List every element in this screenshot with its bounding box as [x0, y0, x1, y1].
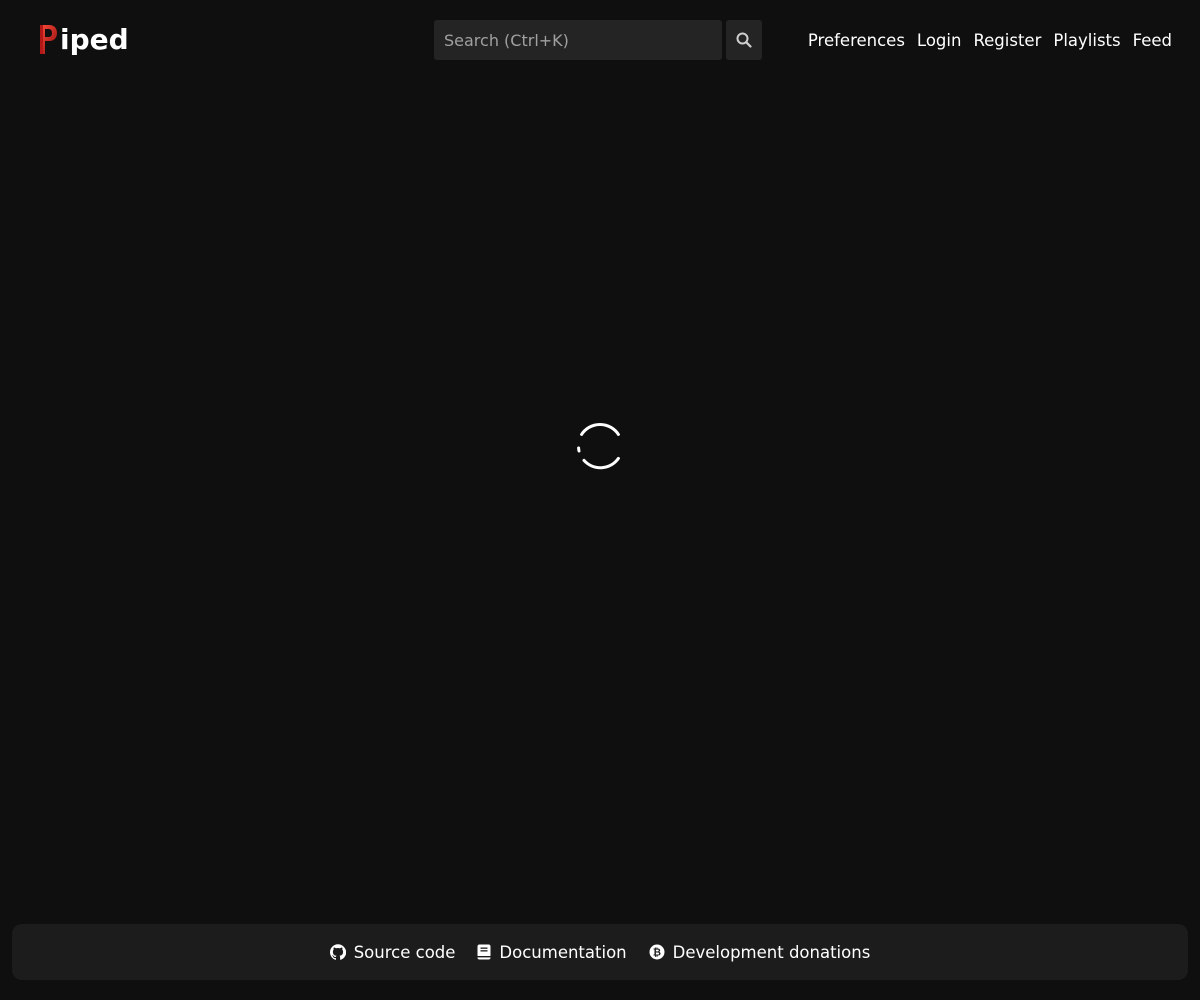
nav-preferences[interactable]: Preferences	[808, 28, 905, 54]
footer-documentation-label: Documentation	[499, 942, 627, 962]
search-icon	[736, 32, 752, 48]
bitcoin-icon: ₿	[649, 944, 665, 960]
nav-register[interactable]: Register	[973, 28, 1041, 54]
footer: Source code Documentation ₿ Development …	[12, 924, 1188, 980]
logo-letter-icon	[38, 23, 58, 57]
search-button[interactable]	[726, 20, 762, 60]
nav-login[interactable]: Login	[917, 28, 962, 54]
footer-source-code-link[interactable]: Source code	[329, 942, 456, 962]
piped-logo[interactable]: iped	[38, 22, 129, 58]
book-icon	[477, 944, 491, 960]
loading-spinner-icon	[573, 418, 627, 472]
top-nav: Preferences Login Register Playlists Fee…	[808, 28, 1172, 54]
nav-playlists[interactable]: Playlists	[1053, 28, 1120, 54]
search-input[interactable]	[434, 20, 722, 60]
svg-text:₿: ₿	[653, 947, 661, 959]
footer-donations-label: Development donations	[672, 942, 871, 962]
search-bar	[434, 20, 762, 60]
github-icon	[329, 944, 346, 960]
footer-donations-link[interactable]: ₿ Development donations	[649, 942, 871, 962]
footer-source-code-label: Source code	[353, 942, 456, 962]
nav-feed[interactable]: Feed	[1133, 28, 1172, 54]
footer-documentation-link[interactable]: Documentation	[477, 942, 627, 962]
page: iped Preferences Login Register Playlist…	[0, 0, 1200, 1000]
logo-text: iped	[60, 23, 129, 56]
